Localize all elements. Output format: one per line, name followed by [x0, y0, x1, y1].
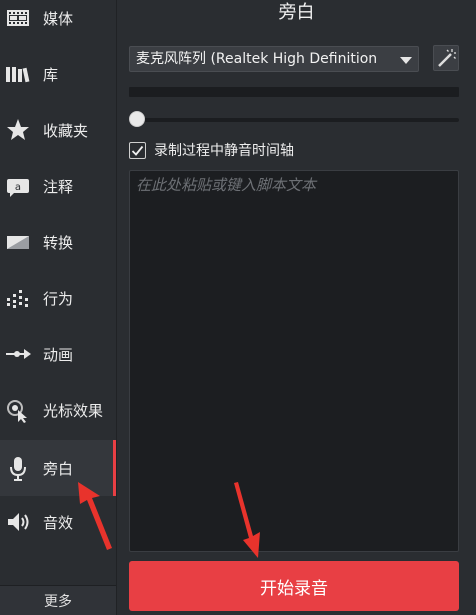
annotation-icon: a — [7, 179, 29, 197]
microphone-icon — [10, 457, 26, 481]
sidebar: 媒体 库 收藏夹 a 注释 转换 行为 动画 光标效果 旁白 音效 更多 — [0, 0, 117, 615]
speaker-icon — [8, 513, 29, 531]
sidebar-item-annotations[interactable]: a 注释 — [0, 158, 116, 214]
transition-icon — [7, 236, 29, 249]
microphone-select-value: 麦克风阵列 (Realtek High Definition — [136, 51, 378, 67]
auto-adjust-button[interactable] — [433, 45, 459, 71]
panel-title: 旁白 — [278, 2, 315, 23]
magic-wand-icon — [438, 49, 456, 67]
more-button[interactable]: 更多 — [0, 585, 116, 615]
behavior-icon — [7, 290, 28, 308]
sidebar-item-favorites[interactable]: 收藏夹 — [0, 102, 116, 158]
sidebar-item-cursor-effects[interactable]: 光标效果 — [0, 382, 116, 438]
cursor-effect-icon — [7, 400, 27, 423]
sidebar-item-label: 行为 — [43, 289, 74, 308]
start-recording-label: 开始录音 — [260, 578, 328, 599]
sidebar-item-label: 音效 — [43, 513, 74, 532]
volume-slider-thumb[interactable] — [129, 111, 145, 127]
sidebar-item-behaviors[interactable]: 行为 — [0, 270, 116, 326]
sidebar-item-label: 旁白 — [43, 459, 74, 478]
sidebar-item-animations[interactable]: 动画 — [0, 326, 116, 382]
microphone-select[interactable]: 麦克风阵列 (Realtek High Definition — [129, 46, 419, 72]
sidebar-item-label: 收藏夹 — [43, 121, 89, 140]
more-label: 更多 — [44, 593, 72, 610]
sidebar-item-label: 转换 — [43, 233, 74, 252]
sidebar-item-audio-effects[interactable]: 音效 — [0, 494, 116, 550]
script-placeholder: 在此处粘贴或键入脚本文本 — [136, 176, 317, 194]
animation-icon — [6, 349, 31, 359]
mute-timeline-label: 录制过程中静音时间轴 — [154, 143, 294, 159]
sidebar-item-label: 注释 — [43, 177, 74, 196]
svg-text:a: a — [15, 182, 21, 193]
film-icon — [7, 10, 29, 26]
sidebar-item-voice-narration[interactable]: 旁白 — [0, 440, 116, 496]
sidebar-item-label: 动画 — [43, 345, 74, 364]
script-textarea[interactable]: 在此处粘贴或键入脚本文本 — [129, 170, 459, 552]
sidebar-item-label: 库 — [43, 65, 59, 84]
star-icon — [7, 119, 29, 140]
checkmark-icon — [131, 145, 144, 156]
start-recording-button[interactable]: 开始录音 — [129, 561, 459, 611]
sidebar-item-label: 光标效果 — [43, 401, 104, 420]
sidebar-item-label: 媒体 — [43, 9, 74, 28]
chevron-down-icon — [400, 57, 412, 64]
mute-timeline-option[interactable]: 录制过程中静音时间轴 — [129, 139, 294, 161]
input-level-meter — [129, 87, 459, 97]
voice-narration-panel: 旁白 麦克风阵列 (Realtek High Definition 录制过程中静… — [117, 0, 476, 615]
sidebar-item-media[interactable]: 媒体 — [0, 0, 116, 46]
sidebar-item-library[interactable]: 库 — [0, 46, 116, 102]
volume-slider-track[interactable] — [129, 118, 459, 122]
sidebar-item-transitions[interactable]: 转换 — [0, 214, 116, 270]
library-icon — [6, 67, 30, 83]
mute-timeline-checkbox[interactable] — [129, 141, 146, 159]
